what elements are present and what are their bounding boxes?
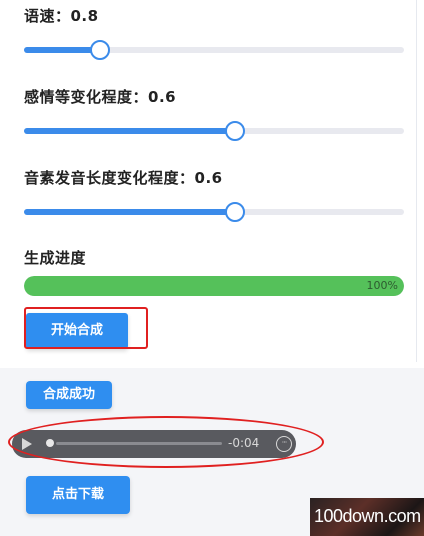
progress-bar-fill: [24, 276, 404, 296]
phoneme-slider-thumb[interactable]: [224, 202, 245, 222]
download-button[interactable]: 点击下载: [26, 476, 130, 514]
phoneme-slider[interactable]: [24, 202, 404, 222]
watermark-text: 100down.com: [314, 506, 421, 526]
phoneme-label: 音素发音长度变化程度：0.6: [24, 169, 223, 187]
highlight-box: [24, 307, 148, 349]
speed-slider[interactable]: [24, 40, 404, 60]
progress-label: 生成进度: [24, 249, 87, 267]
phoneme-slider-fill: [24, 209, 235, 215]
emotion-slider[interactable]: [24, 121, 404, 141]
progress-percent: 100%: [366, 279, 398, 292]
emotion-label: 感情等变化程度：0.6: [24, 88, 177, 106]
speed-slider-thumb[interactable]: [90, 40, 110, 60]
watermark: 100down.com: [310, 498, 424, 536]
emotion-slider-fill: [24, 128, 235, 134]
speed-label: 语速：0.8: [24, 7, 99, 25]
highlight-ellipse: [8, 416, 324, 468]
speed-slider-fill: [24, 47, 100, 53]
progress-bar: 100%: [24, 276, 404, 296]
success-badge: 合成成功: [26, 381, 112, 409]
emotion-slider-thumb[interactable]: [224, 121, 245, 141]
